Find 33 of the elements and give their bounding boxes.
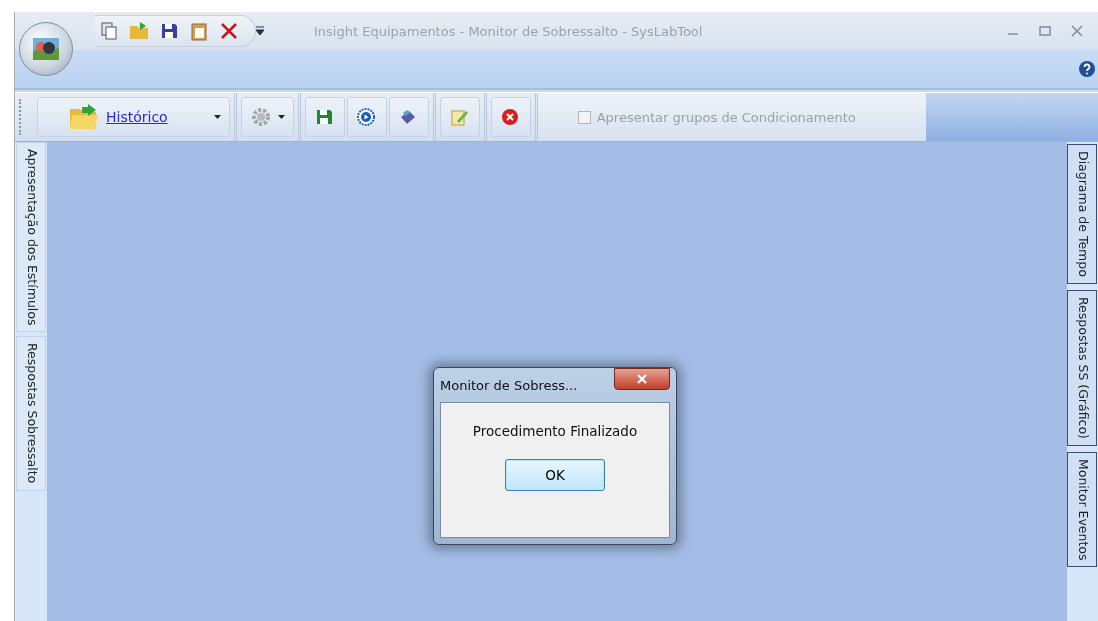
error-icon	[499, 107, 520, 127]
clipboard-icon[interactable]	[189, 21, 209, 41]
side-tab[interactable]: Respostas SS (Gráfico)	[1067, 289, 1097, 446]
caret-icon	[213, 115, 221, 119]
stop-button[interactable]	[490, 97, 531, 137]
floppy-icon[interactable]	[159, 21, 179, 41]
dialog-title: Monitor de Sobress...	[440, 377, 578, 393]
save-button[interactable]	[304, 97, 345, 137]
maximize-icon[interactable]	[1039, 25, 1051, 37]
customize-menu-icon[interactable]	[256, 26, 264, 36]
dialog-message: Procedimento Finalizado	[472, 423, 638, 439]
close-icon	[637, 374, 647, 384]
folder-icon[interactable]	[129, 21, 149, 41]
edit-document-icon	[448, 107, 469, 127]
caret-icon	[277, 115, 285, 119]
tool-button[interactable]	[388, 97, 429, 137]
app-orb-button[interactable]	[19, 22, 73, 76]
close-button[interactable]	[614, 368, 670, 390]
side-tab[interactable]: Monitor Eventos	[1067, 451, 1097, 568]
play-circle-icon	[355, 107, 376, 127]
ok-button[interactable]: OK	[505, 459, 605, 491]
history-button[interactable]: Histórico	[37, 97, 230, 137]
play-button[interactable]	[346, 97, 387, 137]
copy-icon[interactable]	[99, 21, 119, 41]
side-tab[interactable]: Diagrama de Tempo	[1067, 144, 1097, 284]
close-icon[interactable]	[1071, 25, 1083, 37]
help-icon[interactable]	[1079, 61, 1095, 77]
close-icon[interactable]	[219, 21, 239, 41]
folder-icon	[68, 103, 100, 131]
side-tab[interactable]: Apresentação dos Estímulos	[16, 142, 46, 333]
side-tab[interactable]: Respostas Sobressalto	[16, 336, 46, 491]
gear-icon	[249, 106, 272, 128]
window-title: Insight Equipamentos - Monitor de Sobressalto - SysLabTool	[314, 23, 704, 39]
